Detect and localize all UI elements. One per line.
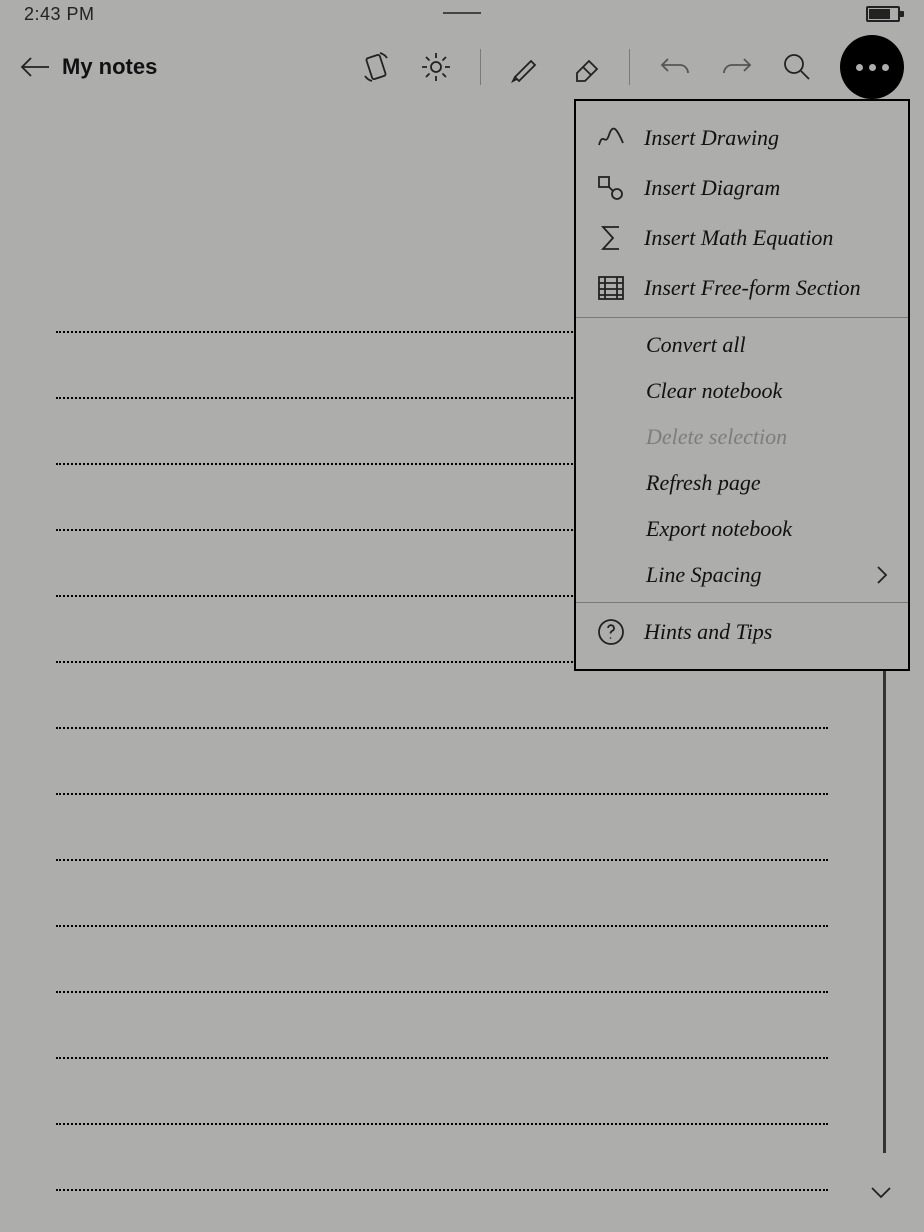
help-icon <box>596 617 626 647</box>
chevron-right-icon <box>876 565 888 585</box>
rule-line <box>56 1125 828 1191</box>
menu-item-label: Refresh page <box>646 470 761 496</box>
menu-item-label: Insert Free-form Section <box>644 275 861 301</box>
back-arrow-icon <box>20 56 50 78</box>
more-dots-icon <box>856 64 863 71</box>
menu-item-insert-diagram[interactable]: Insert Diagram <box>576 163 908 213</box>
menu-item-label: Insert Math Equation <box>644 225 833 251</box>
toolbar <box>360 35 904 99</box>
battery-icon <box>866 6 900 22</box>
menu-item-delete-selection: Delete selection <box>576 414 908 460</box>
menu-item-insert-math[interactable]: Insert Math Equation <box>576 213 908 263</box>
undo-icon[interactable] <box>658 53 692 81</box>
menu-item-label: Hints and Tips <box>644 619 772 645</box>
menu-item-label: Convert all <box>646 332 746 358</box>
toolbar-separator <box>629 49 630 85</box>
diagram-icon <box>596 173 626 203</box>
menu-item-clear-notebook[interactable]: Clear notebook <box>576 368 908 414</box>
freeform-icon <box>596 273 626 303</box>
rule-line <box>56 861 828 927</box>
drawing-icon <box>596 123 626 153</box>
menu-item-insert-freeform[interactable]: Insert Free-form Section <box>576 263 908 313</box>
menu-item-refresh-page[interactable]: Refresh page <box>576 460 908 506</box>
menu-item-label: Insert Diagram <box>644 175 780 201</box>
eraser-icon[interactable] <box>569 51 601 83</box>
menu-item-convert-all[interactable]: Convert all <box>576 322 908 368</box>
back-button[interactable]: My notes <box>20 54 157 80</box>
search-icon[interactable] <box>782 52 812 82</box>
menu-item-export-notebook[interactable]: Export notebook <box>576 506 908 552</box>
sigma-icon <box>596 223 626 253</box>
menu-item-label: Delete selection <box>646 424 787 450</box>
rotate-icon[interactable] <box>360 51 392 83</box>
more-menu: Insert Drawing Insert Diagram Insert Mat… <box>574 99 910 671</box>
more-button[interactable] <box>840 35 904 99</box>
redo-icon[interactable] <box>720 53 754 81</box>
clock: 2:43 PM <box>24 4 95 25</box>
menu-item-hints-tips[interactable]: Hints and Tips <box>576 607 908 657</box>
rule-line <box>56 993 828 1059</box>
status-handle <box>443 12 481 14</box>
rule-line <box>56 927 828 993</box>
rule-line <box>56 729 828 795</box>
toolbar-separator <box>480 49 481 85</box>
rule-line <box>56 663 828 729</box>
chevron-down-icon[interactable] <box>870 1186 892 1200</box>
rule-line <box>56 1059 828 1125</box>
status-bar: 2:43 PM <box>0 0 924 28</box>
menu-item-label: Line Spacing <box>646 562 762 588</box>
rule-line <box>56 795 828 861</box>
menu-item-label: Export notebook <box>646 516 792 542</box>
menu-item-label: Clear notebook <box>646 378 782 404</box>
menu-item-label: Insert Drawing <box>644 125 779 151</box>
page-title: My notes <box>62 54 157 80</box>
header: My notes <box>0 40 924 94</box>
pen-icon[interactable] <box>509 51 541 83</box>
menu-item-line-spacing[interactable]: Line Spacing <box>576 552 908 598</box>
brightness-icon[interactable] <box>420 51 452 83</box>
menu-item-insert-drawing[interactable]: Insert Drawing <box>576 113 908 163</box>
